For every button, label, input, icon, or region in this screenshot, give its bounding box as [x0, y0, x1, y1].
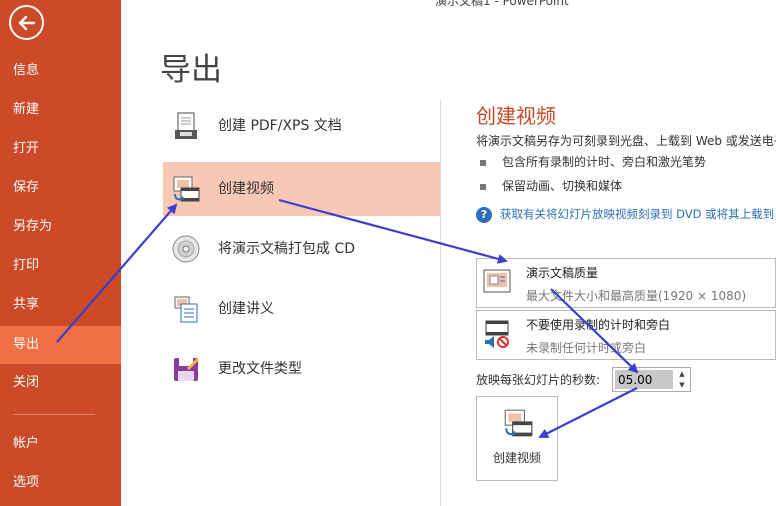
option-label: 创建 PDF/XPS 文档	[218, 118, 342, 134]
timing-sub-text: 未录制任何计时或旁白	[526, 341, 647, 355]
timing-narration-icon	[485, 320, 509, 348]
quality-main-text: 演示文稿质量	[526, 266, 599, 280]
presentation-quality-icon	[483, 269, 511, 293]
back-arrow-icon	[18, 15, 36, 31]
nav-save-as[interactable]: 另存为	[0, 208, 121, 246]
nav-share[interactable]: 共享	[0, 286, 121, 324]
option-create-pdf-xps[interactable]: 创建 PDF/XPS 文档	[163, 99, 440, 153]
cd-icon	[172, 235, 200, 263]
timing-main-text: 不要使用录制的计时和旁白	[526, 318, 671, 332]
spin-up-icon[interactable]: ▲	[676, 369, 688, 379]
help-link-text[interactable]: 获取有关将幻灯片放映视频刻录到 DVD 或将其上载到	[500, 207, 774, 221]
option-change-file-type[interactable]: 更改文件类型	[163, 342, 440, 396]
nav-options[interactable]: 选项	[0, 464, 121, 502]
bullet-item: 保留动画、切换和媒体	[480, 177, 622, 194]
bullet-text: 保留动画、切换和媒体	[502, 179, 623, 193]
nav-open[interactable]: 打开	[0, 130, 121, 168]
bullet-text: 包含所有录制的计时、旁白和激光笔势	[502, 155, 707, 169]
nav-export[interactable]: 导出	[0, 326, 121, 364]
seconds-label: 放映每张幻灯片的秒数:	[476, 373, 601, 387]
backstage-sidebar: 信息 新建 打开 保存 另存为 打印 共享 导出 关闭 帐户 选项	[0, 0, 121, 506]
option-create-handouts[interactable]: 创建讲义	[163, 282, 440, 336]
back-button[interactable]	[9, 5, 44, 40]
nav-new[interactable]: 新建	[0, 91, 121, 129]
create-video-label: 创建视频	[492, 451, 541, 465]
create-video-button[interactable]: 创建视频	[476, 396, 558, 481]
seconds-input[interactable]	[615, 370, 673, 389]
video-icon	[173, 176, 200, 202]
seconds-spinner[interactable]: ▲ ▼	[612, 367, 691, 392]
help-question-icon: ?	[476, 207, 492, 223]
nav-account[interactable]: 帐户	[0, 425, 121, 463]
detail-description: 将演示文稿另存为可刻录到光盘、上载到 Web 或发送电子	[476, 134, 776, 148]
detail-title: 创建视频	[476, 104, 556, 128]
nav-info[interactable]: 信息	[0, 52, 121, 90]
option-package-cd[interactable]: 将演示文稿打包成 CD	[163, 222, 440, 276]
quality-dropdown[interactable]: 演示文稿质量 最大文件大小和最高质量(1920 × 1080)	[476, 258, 776, 308]
option-label: 更改文件类型	[218, 361, 302, 377]
nav-print[interactable]: 打印	[0, 247, 121, 285]
window-title: 演示文稿1 - PowerPoint	[435, 0, 569, 8]
pdf-document-icon	[175, 112, 197, 139]
video-icon	[504, 409, 533, 437]
bullet-square-icon	[480, 183, 486, 190]
bullet-item: 包含所有录制的计时、旁白和激光笔势	[480, 153, 706, 170]
option-create-video[interactable]: 创建视频	[163, 162, 440, 216]
file-type-icon	[174, 358, 199, 381]
option-label: 创建视频	[218, 181, 274, 197]
handout-icon	[174, 296, 198, 323]
help-link[interactable]: ? 获取有关将幻灯片放映视频刻录到 DVD 或将其上载到	[476, 206, 774, 223]
page-title: 导出	[160, 52, 222, 88]
nav-divider	[13, 414, 95, 415]
timing-dropdown[interactable]: 不要使用录制的计时和旁白 未录制任何计时或旁白	[476, 310, 776, 360]
panel-divider	[440, 100, 441, 506]
quality-sub-text: 最大文件大小和最高质量(1920 × 1080)	[526, 289, 747, 303]
bullet-square-icon	[480, 159, 486, 166]
spin-down-icon[interactable]: ▼	[676, 380, 688, 390]
nav-save[interactable]: 保存	[0, 169, 121, 207]
option-label: 将演示文稿打包成 CD	[218, 241, 356, 257]
nav-close[interactable]: 关闭	[0, 364, 121, 402]
option-label: 创建讲义	[218, 301, 274, 317]
